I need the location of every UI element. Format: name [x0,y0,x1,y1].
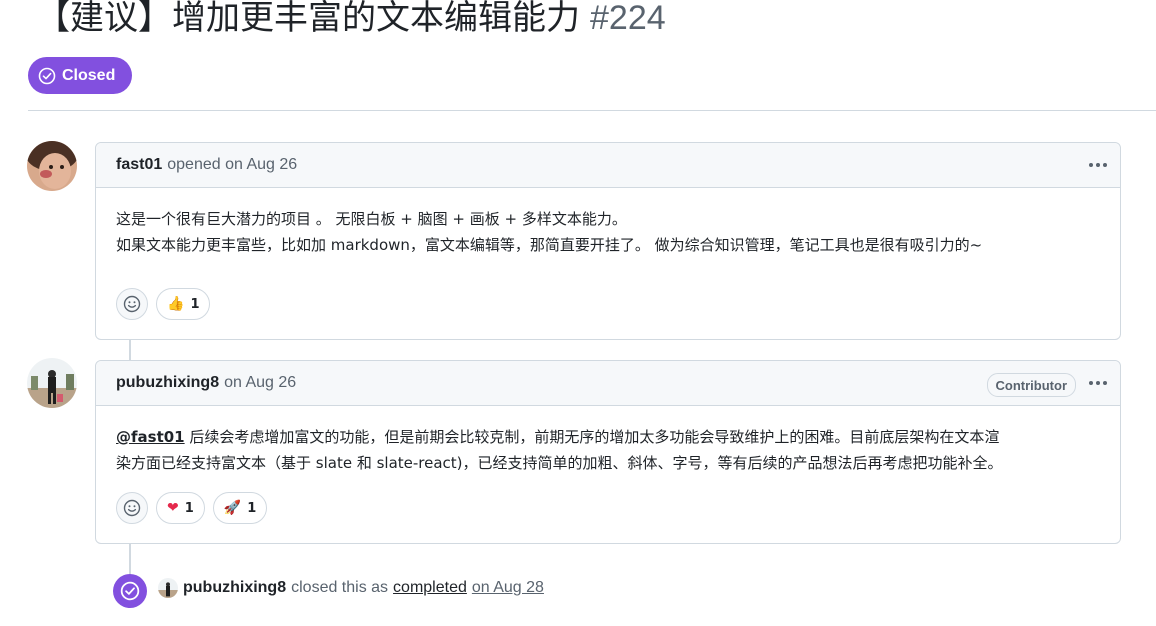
issue-number: #224 [590,0,666,37]
comment-text-line: 这是一个很有巨大潜力的项目 。 无限白板 + 脑图 + 画板 + 多样文本能力。 [116,210,627,228]
issue-title: 【建议】增加更丰富的文本编辑能力 [36,0,580,38]
user-mention-link[interactable]: @fast01 [116,428,185,446]
comment-header: fast01 opened on Aug 26 [96,143,1120,188]
comment-author[interactable]: fast01 [116,156,162,174]
avatar[interactable] [158,578,178,598]
thumbs-up-icon: 👍 [167,296,185,312]
comment-text-line: 后续会考虑增加富文的功能，但是前期会比较克制，前期无序的增加太多功能会导致维护上… [184,428,1000,446]
kebab-menu-icon[interactable] [1086,371,1110,395]
comment-body: 这是一个很有巨大潜力的项目 。 无限白板 + 脑图 + 画板 + 多样文本能力。… [96,188,1120,258]
timeline-connector [129,339,131,360]
comment-text-line: 染方面已经支持富文本（基于 slate 和 slate-react)，已经支持简… [116,454,1003,472]
kebab-menu-icon[interactable] [1086,153,1110,177]
comment-card: fast01 opened on Aug 26 这是一个很有巨大潜力的项目 。 … [95,142,1121,340]
event-date[interactable]: on Aug 28 [472,579,544,597]
check-circle-icon [120,581,140,601]
avatar[interactable] [27,141,77,191]
closed-event: pubuzhixing8 closed this as completed on… [158,578,544,598]
reaction-count: 1 [190,296,200,312]
issue-title-row: 【建议】增加更丰富的文本编辑能力 #224 [36,0,666,39]
check-circle-icon [38,67,56,84]
avatar[interactable] [27,358,77,408]
status-label: Closed [62,66,116,84]
event-author[interactable]: pubuzhixing8 [183,579,286,597]
comment-header: pubuzhixing8 on Aug 26 Contributor [96,361,1120,406]
smiley-icon [123,295,141,313]
reactions-bar: ❤ 1 🚀 1 [116,492,268,524]
reaction-heart[interactable]: ❤ 1 [156,492,205,524]
comment-author[interactable]: pubuzhixing8 [116,374,219,392]
event-action: closed this as [291,579,389,596]
heart-icon: ❤ [167,500,179,516]
header-divider [28,110,1156,111]
reaction-count: 1 [184,500,194,516]
contributor-badge: Contributor [986,373,1076,397]
comment-text-line: 如果文本能力更丰富些，比如加 markdown，富文本编辑等，那简直要开挂了。 … [116,236,983,254]
reaction-thumbs-up[interactable]: 👍 1 [156,288,211,320]
comment-meta[interactable]: on Aug 26 [224,374,296,392]
comment-meta[interactable]: opened on Aug 26 [167,156,297,174]
reaction-count: 1 [247,500,257,516]
comment-body: @fast01 后续会考虑增加富文的功能，但是前期会比较克制，前期无序的增加太多… [96,406,1120,476]
add-reaction-button[interactable] [116,492,148,524]
status-badge: Closed [28,57,132,94]
smiley-icon [123,499,141,517]
event-state-link[interactable]: completed [393,579,467,597]
add-reaction-button[interactable] [116,288,148,320]
comment-card: pubuzhixing8 on Aug 26 Contributor @fast… [95,360,1121,544]
rocket-icon: 🚀 [223,500,242,516]
reaction-rocket[interactable]: 🚀 1 [212,492,268,524]
timeline-connector [129,543,131,574]
closed-event-icon [113,574,147,608]
reactions-bar: 👍 1 [116,288,211,320]
